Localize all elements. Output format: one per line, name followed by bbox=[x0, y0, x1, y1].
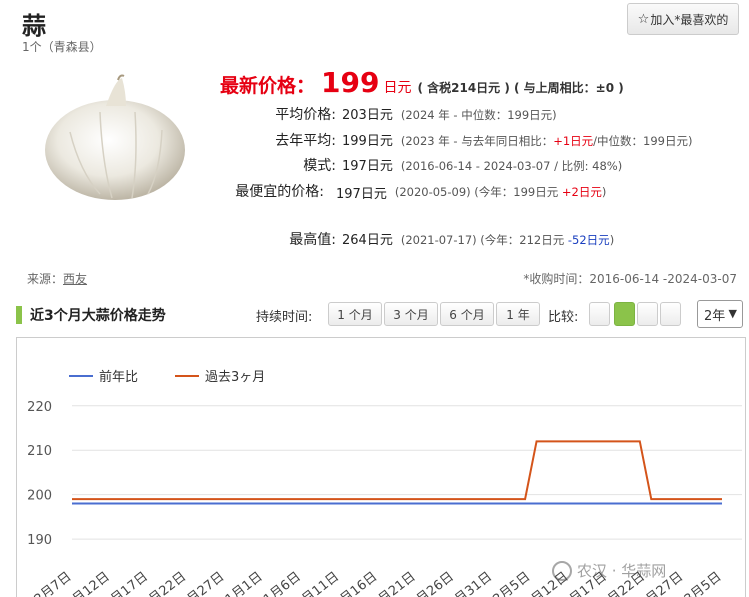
cheapest-row: 最便宜的价格: 197日元 (2020-05-09) (今年：199日元 +2日… bbox=[224, 181, 606, 203]
year-select-value: 2年 bbox=[704, 308, 726, 324]
source-link[interactable]: 西友 bbox=[63, 272, 87, 286]
last-year-avg-value: 199日元 bbox=[342, 134, 393, 149]
avg-price-row: 平均价格: 203日元 (2024 年 - 中位数：199日元) bbox=[224, 104, 557, 124]
y-tick-label: 220 bbox=[27, 400, 52, 415]
page-title: 蒜 bbox=[22, 12, 46, 40]
compare-option-1[interactable] bbox=[589, 302, 610, 326]
duration-1-month-button[interactable]: 1 个月 bbox=[328, 302, 382, 326]
latest-price-label: 最新价格： bbox=[220, 75, 316, 97]
watermark: 农汉 · 华蒜网 bbox=[552, 560, 666, 581]
duration-label: 持续时间: bbox=[256, 310, 313, 325]
legend-label-2: 過去3ヶ月 bbox=[205, 370, 265, 385]
x-tick-label: 1月6日 bbox=[261, 569, 304, 597]
cheapest-value: 197日元 bbox=[336, 186, 387, 202]
y-tick-label: 210 bbox=[27, 444, 52, 459]
avg-price-key: 平均价格: bbox=[275, 107, 336, 123]
highest-note: (2021-07-17) (今年：212日元 -52日元) bbox=[400, 233, 615, 247]
duration-3-month-button[interactable]: 3 个月 bbox=[384, 302, 438, 326]
x-tick-label: 3月5日 bbox=[682, 569, 725, 597]
trend-title: 近3个月大蒜价格走势 bbox=[30, 308, 166, 324]
y-tick-label: 200 bbox=[27, 489, 52, 504]
year-select[interactable]: 2年 ▼ bbox=[697, 300, 743, 328]
star-icon: ☆ bbox=[637, 11, 650, 27]
latest-price-unit: 日元 bbox=[383, 80, 412, 96]
highest-key: 最高值: bbox=[289, 232, 336, 248]
x-tick-label: 1月1日 bbox=[223, 569, 266, 597]
avg-price-value: 203日元 bbox=[342, 108, 393, 123]
cheapest-note: (2020-05-09) (今年：199日元 +2日元) bbox=[394, 185, 607, 199]
compare-label: 比较: bbox=[548, 310, 579, 325]
product-subtitle: 1个（青森县） bbox=[22, 40, 102, 54]
duration-6-month-button[interactable]: 6 个月 bbox=[440, 302, 494, 326]
mode-note: (2016-06-14 - 2024-03-07 / 比例: 48%) bbox=[400, 159, 623, 173]
add-favorite-button[interactable]: ☆ 加入*最喜欢的 bbox=[627, 3, 739, 35]
acquisition-period: *收购时间：2016-06-14 -2024-03-07 bbox=[523, 272, 737, 286]
trend-section-title: 近3个月大蒜价格走势 bbox=[16, 305, 166, 325]
watermark-logo-icon bbox=[552, 560, 572, 581]
latest-price-value: 199 bbox=[321, 66, 380, 99]
watermark-text: 农汉 · 华蒜网 bbox=[577, 562, 667, 580]
latest-price: 最新价格： 199 日元 ( 含税214日元 ) ( 与上周相比：±0 ) bbox=[220, 66, 624, 99]
chevron-down-icon: ▼ bbox=[728, 307, 737, 320]
section-marker bbox=[16, 306, 22, 324]
source: 来源：西友 bbox=[27, 270, 87, 287]
price-trend-chart: 190 200 210 220 12月7日 12月12日 12月17日 12月22日 12月27… bbox=[16, 337, 746, 597]
compare-option-3[interactable] bbox=[637, 302, 658, 326]
mode-value: 197日元 bbox=[342, 159, 393, 174]
last-year-avg-key: 去年平均: bbox=[275, 133, 336, 149]
highest-value: 264日元 bbox=[342, 233, 393, 248]
duration-1-year-button[interactable]: 1 年 bbox=[496, 302, 540, 326]
y-tick-label: 190 bbox=[27, 533, 52, 548]
compare-option-4[interactable] bbox=[660, 302, 681, 326]
chart-svg: 19020021022012月7日12月12日12月17日12月22日12月27… bbox=[25, 369, 742, 597]
last-year-avg-row: 去年平均: 199日元 (2023 年 - 与去年同日相比：+1日元/中位数：1… bbox=[224, 130, 692, 150]
x-tick-label: 2月5日 bbox=[491, 569, 534, 597]
latest-price-note: ( 含税214日元 ) ( 与上周相比：±0 ) bbox=[417, 81, 624, 95]
highest-row: 最高值: 264日元 (2021-07-17) (今年：212日元 -52日元) bbox=[224, 229, 614, 249]
compare-option-2[interactable] bbox=[614, 302, 635, 326]
source-label: 来源： bbox=[27, 272, 64, 286]
x-tick-label: 12月7日 bbox=[25, 569, 74, 597]
garlic-image bbox=[45, 74, 185, 200]
mode-row: 模式: 197日元 (2016-06-14 - 2024-03-07 / 比例:… bbox=[224, 155, 622, 175]
avg-price-note: (2024 年 - 中位数：199日元) bbox=[400, 108, 557, 122]
legend-label-1: 前年比 bbox=[99, 369, 138, 385]
cheapest-key: 最便宜的价格: bbox=[235, 184, 324, 200]
last-year-avg-note: (2023 年 - 与去年同日相比：+1日元/中位数：199日元) bbox=[400, 134, 693, 148]
add-favorite-label: 加入*最喜欢的 bbox=[650, 12, 729, 27]
mode-key: 模式: bbox=[303, 158, 336, 174]
